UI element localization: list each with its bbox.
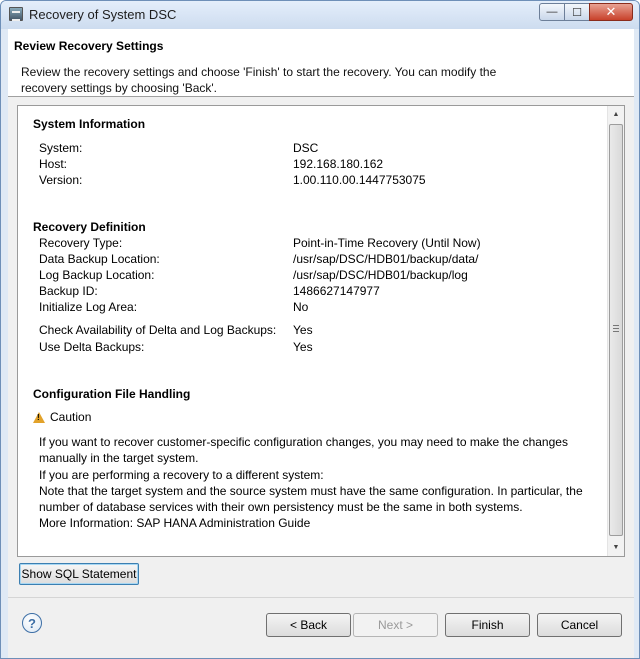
next-button[interactable]: Next > (353, 613, 438, 637)
minimize-button[interactable]: — (539, 3, 565, 21)
system-value: DSC (293, 141, 319, 155)
back-button[interactable]: < Back (266, 613, 351, 637)
log-backup-location-label: Log Backup Location: (39, 268, 155, 282)
configuration-paragraph: If you want to recover customer-specific… (39, 434, 599, 532)
wizard-header: Review Recovery Settings Review the reco… (8, 29, 634, 97)
maximize-button[interactable]: ☐ (564, 3, 590, 21)
system-information-title: System Information (33, 117, 146, 131)
configuration-file-handling-title: Configuration File Handling (33, 387, 191, 401)
page-description: Review the recovery settings and choose … (21, 65, 497, 95)
help-icon[interactable]: ? (22, 613, 42, 633)
system-label: System: (39, 141, 83, 155)
check-availability-value: Yes (293, 323, 313, 337)
caution-notice: Caution (33, 410, 91, 424)
warning-icon (33, 411, 45, 423)
data-backup-location-label: Data Backup Location: (39, 252, 160, 266)
window-title: Recovery of System DSC (29, 7, 177, 22)
version-value: 1.00.110.00.1447753075 (293, 173, 426, 187)
title-bar: Recovery of System DSC — ☐ ✕ (1, 1, 639, 29)
check-availability-label: Check Availability of Delta and Log Back… (39, 323, 277, 337)
backup-id-label: Backup ID: (39, 284, 98, 298)
scrollbar-thumb[interactable] (609, 124, 623, 536)
cancel-button[interactable]: Cancel (537, 613, 622, 637)
scroll-up-arrow-icon[interactable]: ▲ (608, 106, 624, 123)
use-delta-backups-value: Yes (293, 340, 313, 354)
host-label: Host: (39, 157, 68, 171)
finish-button[interactable]: Finish (445, 613, 530, 637)
show-sql-statement-button[interactable]: Show SQL Statement (19, 563, 139, 585)
config-text-line: More Information: SAP HANA Administratio… (39, 516, 311, 531)
recovery-type-value: Point-in-Time Recovery (Until Now) (293, 236, 481, 250)
initialize-log-area-label: Initialize Log Area: (39, 300, 138, 314)
config-text-line: Note that the target system and the sour… (39, 483, 583, 515)
separator (8, 597, 634, 598)
config-text-line: If you want to recover customer-specific… (39, 435, 568, 466)
backup-id-value: 1486627147977 (293, 284, 380, 298)
wizard-content: System Information System: DSC Host: 192… (8, 97, 634, 658)
data-backup-location-value: /usr/sap/DSC/HDB01/backup/data/ (293, 252, 479, 266)
recovery-dialog: Recovery of System DSC — ☐ ✕ Review Reco… (0, 0, 640, 659)
recovery-definition-title: Recovery Definition (33, 220, 146, 234)
vertical-scrollbar[interactable]: ▲ ▼ (607, 106, 624, 556)
scroll-down-arrow-icon[interactable]: ▼ (608, 539, 624, 556)
version-label: Version: (39, 173, 83, 187)
page-title: Review Recovery Settings (14, 39, 164, 53)
settings-summary-panel[interactable]: System Information System: DSC Host: 192… (17, 105, 625, 557)
log-backup-location-value: /usr/sap/DSC/HDB01/backup/log (293, 268, 468, 282)
caution-label: Caution (50, 410, 92, 424)
recovery-type-label: Recovery Type: (39, 236, 123, 250)
close-button[interactable]: ✕ (589, 3, 633, 21)
config-text-line: If you are performing a recovery to a di… (39, 467, 324, 482)
grip-icon (613, 325, 619, 332)
app-icon (9, 7, 23, 21)
host-value: 192.168.180.162 (293, 157, 384, 171)
use-delta-backups-label: Use Delta Backups: (39, 340, 145, 354)
initialize-log-area-value: No (293, 300, 309, 314)
